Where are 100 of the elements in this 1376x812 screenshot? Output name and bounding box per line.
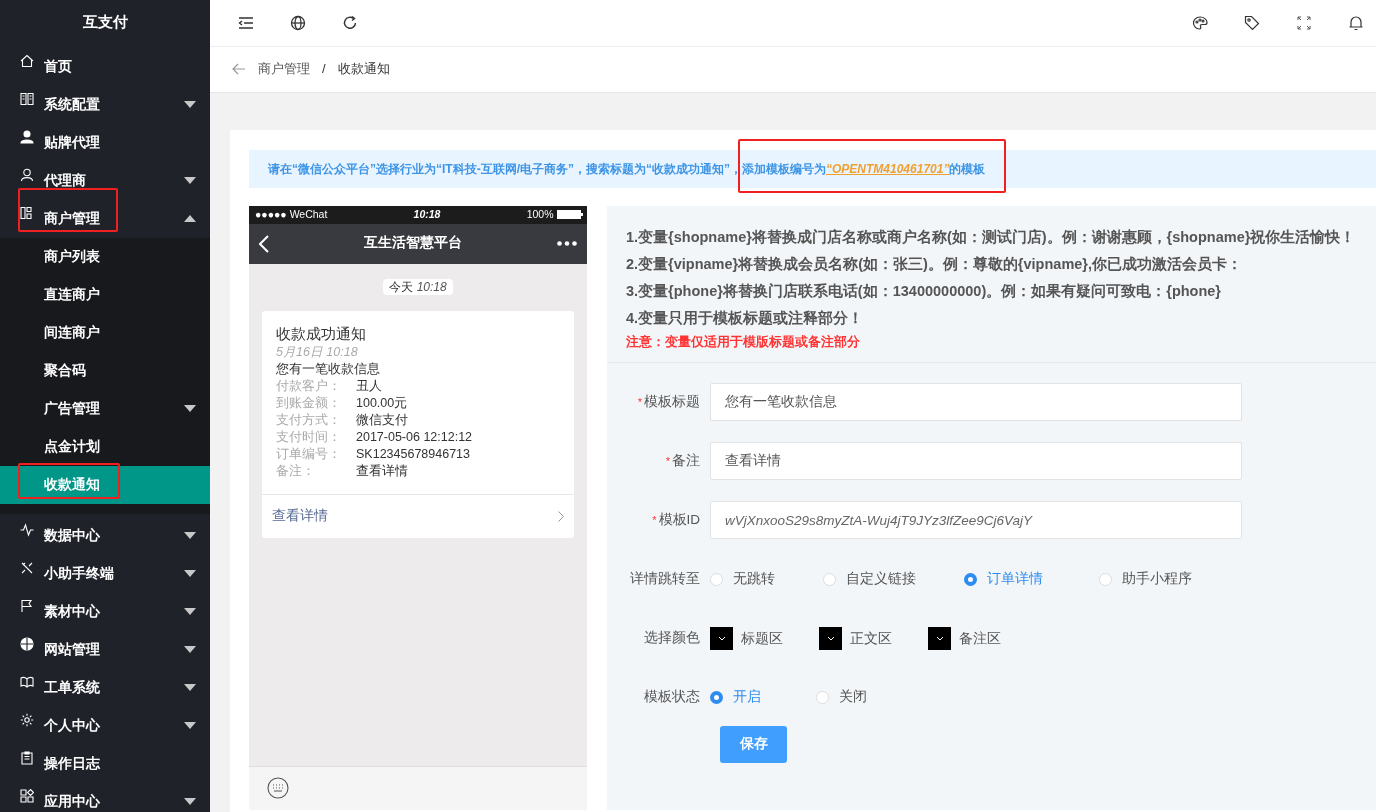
field-value: 丑人 <box>356 378 382 393</box>
details-link[interactable]: 查看详情 <box>272 505 328 527</box>
text-field[interactable]: 查看详情 <box>710 442 1242 481</box>
required-mark: * <box>665 454 670 467</box>
radio-option[interactable]: 无跳转 <box>710 568 775 590</box>
swatch-label: 备注区 <box>959 628 1001 648</box>
account-name: 互生活智慧平台 <box>364 234 462 253</box>
sidebar-item[interactable]: 收款通知 <box>0 466 210 504</box>
breadcrumb-link[interactable]: 商户管理 <box>258 59 310 79</box>
clock-text: 10:18 <box>413 206 441 222</box>
color-swatch[interactable] <box>928 626 951 650</box>
radio-option[interactable]: 自定义链接 <box>823 568 916 590</box>
message-title: 收款成功通知 <box>276 324 367 344</box>
tag-icon[interactable] <box>1244 14 1260 31</box>
clipboard-icon <box>20 751 34 765</box>
sidebar-item[interactable]: 素材中心 <box>0 593 210 631</box>
sidebar-item[interactable]: 操作日志 <box>0 745 210 783</box>
activity-icon <box>20 523 34 537</box>
instruction-text: 4.变量只用于模板标题或注释部分！ <box>626 308 865 328</box>
apps-icon <box>20 789 34 803</box>
book-icon <box>20 675 34 689</box>
required-mark: * <box>637 395 642 408</box>
text-field[interactable]: 您有一笔收款信息 <box>710 383 1242 422</box>
sidebar-item[interactable]: 广告管理 <box>0 390 210 428</box>
sidebar-item[interactable]: 个人中心 <box>0 707 210 745</box>
palette-icon[interactable] <box>1192 14 1208 31</box>
notice-text: 的模板 <box>949 160 986 178</box>
notice-text: 请在“微信公众平台”选择行业为“IT科技-互联网/电子商务”，搜索标题为“收款成功通知”， <box>268 160 742 178</box>
field-label: 支付方式： <box>276 411 342 429</box>
refresh-icon[interactable] <box>342 14 358 31</box>
chat-time: 今天 10:18 <box>383 278 453 295</box>
person-icon <box>20 168 34 182</box>
sidebar-item[interactable]: 小助手终端 <box>0 555 210 593</box>
notice-text: 添加模板编号为 <box>742 160 826 178</box>
field-value: 100.00元 <box>356 395 408 410</box>
chevron-down-icon <box>717 635 726 641</box>
home-icon <box>20 54 34 68</box>
field-label: 备注 <box>672 452 700 468</box>
fullscreen-icon[interactable] <box>1296 14 1312 31</box>
sidebar-item[interactable]: 点金计划 <box>0 428 210 466</box>
sidebar-item[interactable]: 直连商户 <box>0 276 210 314</box>
sidebar-item[interactable]: 网站管理 <box>0 631 210 669</box>
sidebar-item[interactable]: 代理商 <box>0 162 210 200</box>
chevron-right-icon <box>558 510 564 522</box>
field-label: 详情跳转至 <box>630 570 700 586</box>
field-label: 模板状态 <box>644 688 700 704</box>
message-date: 5月16日 10:18 <box>276 343 359 361</box>
sidebar-item[interactable]: 工单系统 <box>0 669 210 707</box>
flag-icon <box>20 599 34 613</box>
battery-icon <box>557 210 583 220</box>
instruction-text: 2.变量{vipname}将替换成会员名称(如：张三)。例：尊敬的{vipname},你已成功激活会员卡： <box>626 254 1243 274</box>
globe-icon <box>20 637 34 651</box>
breadcrumb-link[interactable]: 收款通知 <box>337 59 390 79</box>
user-icon <box>20 130 34 144</box>
color-swatch[interactable] <box>819 626 842 650</box>
field-value: 查看详情 <box>356 463 408 478</box>
carrier-text: ●●●●● WeChat <box>255 206 328 222</box>
field-label: 支付时间： <box>276 428 342 446</box>
keyboard-icon[interactable] <box>267 777 289 800</box>
field-value: 微信支付 <box>356 412 408 427</box>
required-mark: * <box>652 513 657 526</box>
field-label: 选择颜色 <box>644 629 700 645</box>
sidebar-item[interactable]: 首页 <box>0 48 210 86</box>
sidebar-item[interactable]: 商户列表 <box>0 238 210 276</box>
chevron-down-icon <box>826 635 835 641</box>
store-icon <box>20 206 34 220</box>
app-title: 互支付 <box>81 12 129 32</box>
field-value: SK12345678946713 <box>356 446 470 461</box>
field-label: 订单编号： <box>276 445 342 463</box>
menu-icon[interactable] <box>238 14 254 31</box>
swatch-label: 正文区 <box>850 628 892 648</box>
more-icon[interactable] <box>557 241 577 247</box>
grid-icon <box>20 92 34 106</box>
globe-icon[interactable] <box>290 14 306 31</box>
notification-icon[interactable] <box>1348 14 1364 31</box>
swatch-label: 标题区 <box>741 628 783 648</box>
sidebar-item[interactable]: 系统配置 <box>0 86 210 124</box>
instruction-text: 1.变量{shopname}将替换成门店名称或商户名称(如：测试门店)。例：谢谢惠顾，{shopname}祝你生活愉快！ <box>626 227 1357 247</box>
field-label: 付款客户： <box>276 377 342 395</box>
field-value: 2017-05-06 12:12:12 <box>356 429 473 444</box>
chevron-down-icon <box>935 635 944 641</box>
sidebar-item[interactable]: 应用中心 <box>0 783 210 812</box>
field-label: 到账金额： <box>276 394 342 412</box>
radio-option[interactable]: 关闭 <box>816 686 867 708</box>
text-field[interactable]: wVjXnxooS29s8myZtA-Wuj4jT9JYz3lfZee9Cj6VajY <box>710 501 1242 540</box>
field-label: 模板ID <box>658 511 700 527</box>
battery-text: 100% <box>526 206 554 222</box>
tools-icon <box>20 561 34 575</box>
sidebar-item[interactable]: 贴牌代理 <box>0 124 210 162</box>
sidebar-item[interactable]: 商户管理 <box>0 200 210 238</box>
sidebar-item[interactable]: 间连商户 <box>0 314 210 352</box>
sidebar-item[interactable]: 聚合码 <box>0 352 210 390</box>
field-label: 备注： <box>276 462 316 480</box>
sidebar-item[interactable]: 数据中心 <box>0 517 210 555</box>
color-swatch[interactable] <box>710 626 733 650</box>
breadcrumb-separator: / <box>322 60 326 79</box>
message-text: 您有一笔收款信息 <box>276 360 381 378</box>
radio-option[interactable]: 助手小程序 <box>1099 568 1192 590</box>
gear-icon <box>20 713 34 727</box>
warning-text: 注意：变量仅适用于模版标题或备注部分 <box>626 333 861 351</box>
